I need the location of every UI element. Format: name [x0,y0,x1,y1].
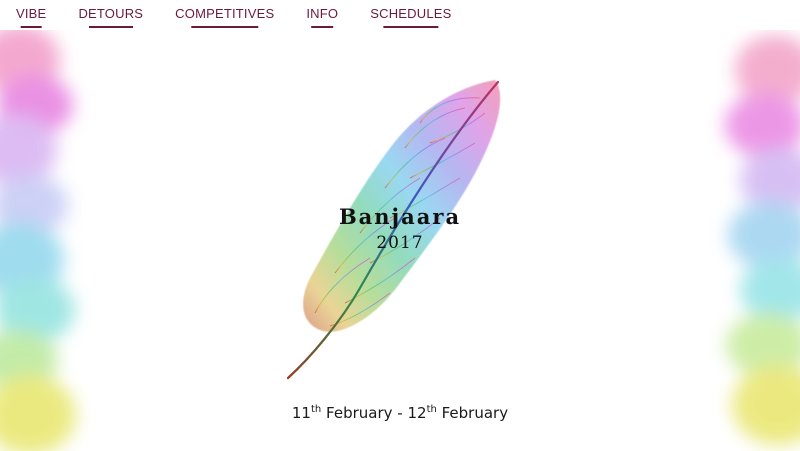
nav-item-label: DETOURS [78,6,144,21]
start-day: 11 [291,404,311,422]
nav-item-label: VIBE [16,6,47,21]
nav-item-label: COMPETITIVES [175,6,275,21]
nav-item-info[interactable]: INFO [306,6,338,28]
nav-item-schedules[interactable]: SCHEDULES [370,6,451,28]
end-month: February [441,404,509,422]
end-day-suffix: th [426,404,437,415]
nav-item-vibe[interactable]: VIBE [16,6,46,28]
start-day-suffix: th [310,404,322,415]
nav-item-detours[interactable]: DETOURS [78,6,143,28]
nav-underline [311,26,334,28]
start-month: February [326,404,393,422]
festival-year: 2017 [376,233,424,253]
nav-underline [88,26,133,28]
end-day: 12 [407,404,427,422]
nav-item-competitives[interactable]: COMPETITIVES [175,6,274,28]
nav-item-label: INFO [306,6,339,21]
main-navigation: VIBE DETOURS COMPETITIVES INFO SCHEDULES [16,6,484,28]
festival-dates: 11th February - 12th February [0,404,800,422]
date-separator: - [397,404,403,422]
landing-page: VIBE DETOURS COMPETITIVES INFO SCHEDULES [0,0,800,451]
nav-underline [20,26,42,28]
nav-underline [191,26,259,28]
festival-title: Banjaara [338,204,462,229]
nav-underline [383,26,439,28]
nav-item-label: SCHEDULES [370,6,452,21]
